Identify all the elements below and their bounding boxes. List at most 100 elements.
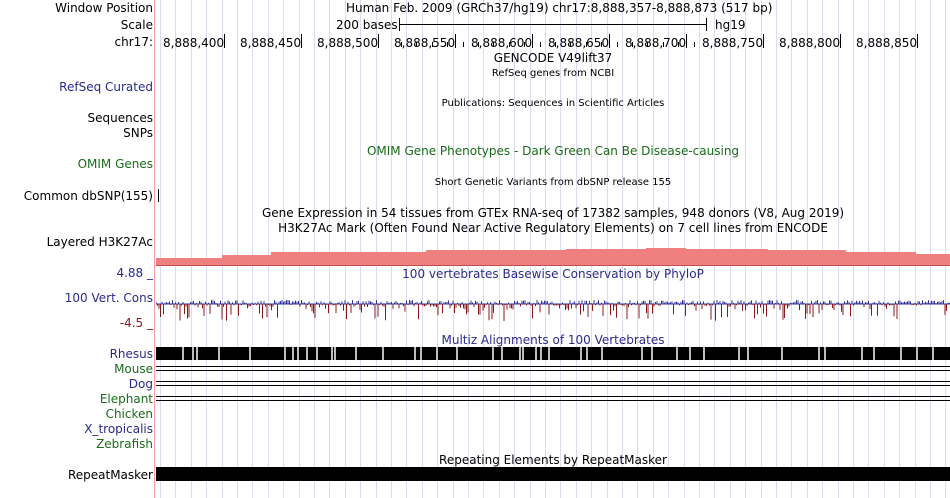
- sequences-label[interactable]: Sequences: [88, 111, 153, 126]
- scale-assembly: hg19: [715, 18, 746, 32]
- rhesus-alignment-gap: [873, 347, 875, 360]
- rhesus-alignment-gap: [218, 347, 220, 360]
- dbsnp-variant-mark[interactable]: [158, 189, 159, 202]
- ruler-minor-tick: [632, 42, 633, 47]
- ruler-minor-tick: [463, 42, 464, 47]
- ruler-minor-tick: [493, 42, 494, 47]
- ruler-minor-tick: [586, 42, 587, 47]
- ruler-tick-label: 8,888,650: [548, 36, 610, 50]
- rhesus-alignment-gap: [689, 347, 691, 360]
- conservation-track-desc: 100 vertebrates Basewise Conservation by…: [402, 267, 704, 281]
- h3k27ac-signal[interactable]: [156, 240, 950, 266]
- chrom-label: chr17:: [114, 35, 153, 49]
- ruler-minor-tick: [447, 42, 448, 47]
- h3k27ac-track-desc: H3K27Ac Mark (Often Found Near Active Re…: [278, 221, 828, 235]
- gtex-track-desc: Gene Expression in 54 tissues from GTEx …: [261, 206, 845, 220]
- conservation-signal[interactable]: [156, 296, 950, 326]
- rhesus-alignment-gap: [355, 347, 357, 360]
- ruler-tick-label: 8,888,550: [394, 36, 456, 50]
- repeatmasker-track-desc: Repeating Elements by RepeatMasker: [439, 453, 667, 467]
- rhesus-alignment-gap: [501, 347, 503, 360]
- ruler-minor-tick: [647, 42, 648, 47]
- rhesus-alignment-bar[interactable]: [156, 347, 950, 360]
- layered-h3k27ac-label[interactable]: Layered H3K27Ac: [47, 235, 153, 250]
- ruler-minor-tick: [617, 42, 618, 47]
- snps-label[interactable]: SNPs: [123, 126, 153, 141]
- ruler-tick-mark: [917, 34, 918, 48]
- rhesus-alignment-gap: [540, 347, 542, 360]
- ruler-minor-tick: [478, 42, 479, 47]
- rhesus-alignment-gap: [334, 347, 336, 360]
- rhesus-alignment-gap: [641, 347, 643, 360]
- rhesus-alignment-gap: [436, 347, 438, 360]
- rhesus-alignment-gap: [824, 347, 826, 360]
- rhesus-alignment-gap: [818, 347, 820, 360]
- gencode-track-title[interactable]: GENCODE V49lift37: [156, 51, 950, 66]
- rhesus-alignment-gap: [192, 347, 194, 360]
- species-label-x-tropicalis[interactable]: X_tropicalis: [84, 422, 153, 437]
- elephant-alignment-line-2: [156, 400, 950, 401]
- ruler-tick-mark: [301, 34, 302, 48]
- species-label-rhesus[interactable]: Rhesus: [110, 347, 153, 362]
- ruler-minor-tick: [416, 42, 417, 47]
- species-label-chicken[interactable]: Chicken: [106, 407, 153, 422]
- elephant-alignment-line-1: [156, 396, 950, 397]
- rhesus-alignment-gap: [861, 347, 863, 360]
- label-column-divider: [154, 0, 155, 498]
- rhesus-alignment-gap: [492, 347, 494, 360]
- rhesus-alignment-gap: [900, 347, 902, 360]
- rhesus-alignment-gap: [292, 347, 294, 360]
- ruler-tick-mark: [763, 34, 764, 48]
- refseq-curated-label[interactable]: RefSeq Curated: [59, 80, 153, 95]
- rhesus-alignment-gap: [331, 347, 333, 360]
- repeatmasker-element-bar[interactable]: [156, 467, 950, 481]
- rhesus-alignment-gap: [306, 347, 308, 360]
- rhesus-alignment-gap: [456, 347, 458, 360]
- ruler-minor-tick: [401, 42, 402, 47]
- ruler-minor-tick: [678, 42, 679, 47]
- ruler-minor-tick: [694, 42, 695, 47]
- ruler-tick-mark: [455, 34, 456, 48]
- mouse-alignment-line-2: [156, 370, 950, 371]
- rhesus-alignment-gap: [182, 347, 184, 360]
- ruler-minor-tick: [555, 42, 556, 47]
- rhesus-alignment-gap: [382, 347, 384, 360]
- ruler-tick-label: 8,888,600: [471, 36, 533, 50]
- omim-genes-label[interactable]: OMIM Genes: [78, 157, 153, 172]
- ruler-tick-mark: [378, 34, 379, 48]
- ruler-tick-label: 8,888,850: [856, 36, 918, 50]
- dog-alignment-line-1: [156, 381, 950, 382]
- scale-bar-right-end: [706, 18, 707, 31]
- species-label-dog[interactable]: Dog: [129, 377, 153, 392]
- rhesus-alignment-gap: [297, 347, 299, 360]
- ruler-minor-tick: [601, 42, 602, 47]
- ruler-minor-tick: [509, 42, 510, 47]
- scale-bar-text: 200 bases: [336, 18, 398, 32]
- ruler-tick-label: 8,888,750: [702, 36, 764, 50]
- species-label-mouse[interactable]: Mouse: [114, 362, 153, 377]
- ruler-tick-label: 8,888,800: [779, 36, 841, 50]
- species-label-zebrafish[interactable]: Zebrafish: [96, 437, 153, 452]
- scale-label: Scale: [120, 18, 153, 32]
- species-label-elephant[interactable]: Elephant: [100, 392, 153, 407]
- rhesus-alignment-gap: [781, 347, 783, 360]
- multiz-track-desc: Multiz Alignments of 100 Vertebrates: [441, 333, 665, 347]
- scale-bar: [399, 24, 707, 25]
- rhesus-alignment-gap: [932, 347, 934, 360]
- rhesus-alignment-gap: [316, 347, 318, 360]
- ruler-tick-mark: [224, 34, 225, 48]
- 100-vert-cons-label[interactable]: 100 Vert. Cons: [65, 291, 153, 306]
- rhesus-alignment-gap: [196, 347, 198, 360]
- scale-bar-left-end: [399, 18, 400, 31]
- ruler-tick-mark: [840, 34, 841, 48]
- repeatmasker-label[interactable]: RepeatMasker: [68, 468, 153, 483]
- rhesus-alignment-gap: [586, 347, 588, 360]
- common-dbsnp-label[interactable]: Common dbSNP(155): [24, 189, 153, 204]
- rhesus-alignment-gap: [535, 347, 537, 360]
- refseq-track-desc: RefSeq genes from NCBI: [491, 68, 615, 79]
- rhesus-alignment-gap: [548, 347, 550, 360]
- ruler-tick-label: 8,888,450: [240, 36, 302, 50]
- mouse-alignment-line-1: [156, 366, 950, 367]
- dbsnp-track-desc: Short Genetic Variants from dbSNP releas…: [434, 177, 672, 188]
- rhesus-alignment-gap: [414, 347, 416, 360]
